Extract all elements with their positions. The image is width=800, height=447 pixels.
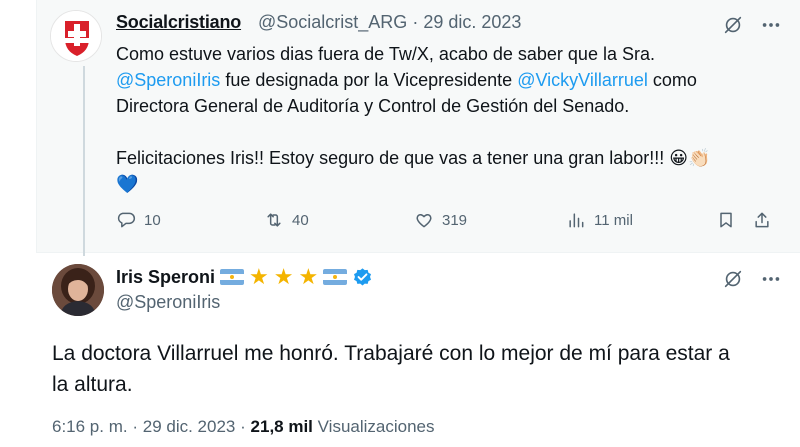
bookmark-button[interactable] (716, 210, 736, 230)
separator: · (132, 417, 139, 436)
mention-vickyvillarruel[interactable]: @VickyVillarruel (517, 70, 648, 90)
author-handle[interactable]: @SperoniIris (116, 292, 220, 313)
shield-logo-icon (51, 11, 101, 61)
main-top-actions (722, 268, 782, 290)
profile-photo (52, 264, 104, 316)
text-line: @SperoniIris fue designada por la Vicepr… (116, 67, 776, 93)
text-line: Directora General de Auditoría y Control… (116, 96, 630, 116)
text-line: Felicitaciones Iris!! Estoy seguro de qu… (116, 148, 711, 168)
author-display-name[interactable]: Iris Speroni (116, 267, 215, 288)
more-options-icon[interactable] (760, 14, 782, 36)
grok-icon[interactable] (722, 14, 744, 36)
tweet-metadata: 6:16 p. m. · 29 dic. 2023 · 21,8 mil Vis… (52, 417, 435, 437)
repost-count: 40 (292, 211, 309, 229)
views-chart-icon (569, 213, 584, 228)
verified-badge-icon[interactable] (352, 267, 373, 288)
share-button[interactable] (752, 210, 772, 230)
like-button[interactable]: 319 (414, 210, 467, 230)
tweet-date[interactable]: 29 dic. 2023 (143, 417, 236, 436)
views-label: Visualizaciones (317, 417, 435, 436)
like-count: 319 (442, 211, 468, 229)
parent-handle-date: @Socialcrist_ARG · 29 dic. 2023 (258, 12, 521, 33)
reply-icon (117, 212, 136, 228)
tweet-time[interactable]: 6:16 p. m. (52, 417, 128, 436)
parent-top-actions (722, 14, 782, 36)
star-icon: ★ (249, 264, 269, 289)
argentina-flag-icon (220, 269, 245, 285)
argentina-flag-icon (323, 269, 348, 285)
separator: · (412, 12, 419, 32)
mention-speroniiris[interactable]: @SperoniIris (116, 70, 220, 90)
views-count: 21,8 mil (250, 417, 313, 436)
text-line: La doctora Villarruel me honró. Trabajar… (52, 342, 730, 365)
more-options-icon[interactable] (760, 268, 782, 290)
share-icon (755, 212, 769, 228)
text-fragment: como (647, 70, 697, 90)
repost-button[interactable]: 40 (264, 210, 309, 230)
grok-icon[interactable] (722, 268, 744, 290)
text-line: Como estuve varios dias fuera de Tw/X, a… (116, 44, 655, 64)
heart-icon (416, 213, 432, 228)
parent-action-bar: 10 40 319 11 mil (116, 210, 786, 234)
parent-handle[interactable]: @Socialcrist_ARG (258, 12, 407, 32)
text-line: la altura. (52, 373, 133, 396)
text-fragment: fue designada por la Vicepresidente (220, 70, 518, 90)
parent-tweet-text: Como estuve varios dias fuera de Tw/X, a… (116, 41, 776, 197)
bookmark-icon (720, 212, 732, 228)
parent-date[interactable]: 29 dic. 2023 (423, 12, 521, 32)
parent-display-name[interactable]: Socialcristiano (116, 12, 241, 33)
views-count: 11 mil (594, 211, 633, 229)
separator: · (240, 417, 246, 436)
views-button[interactable]: 11 mil (566, 210, 633, 230)
reply-count: 10 (144, 211, 161, 229)
avatar-iris-speroni[interactable] (52, 264, 104, 316)
reply-button[interactable]: 10 (116, 210, 161, 230)
avatar-socialcristiano[interactable] (50, 10, 102, 62)
repost-icon (267, 213, 281, 227)
star-icon: ★ (298, 264, 319, 289)
main-tweet-text: La doctora Villarruel me honró. Trabajar… (52, 338, 782, 400)
author-name-row: Iris Speroni ★ ★ ★ (116, 266, 373, 288)
emoji-line: 💙 (116, 174, 139, 194)
star-icon: ★ (273, 264, 294, 289)
thread-connector-line (83, 66, 85, 256)
